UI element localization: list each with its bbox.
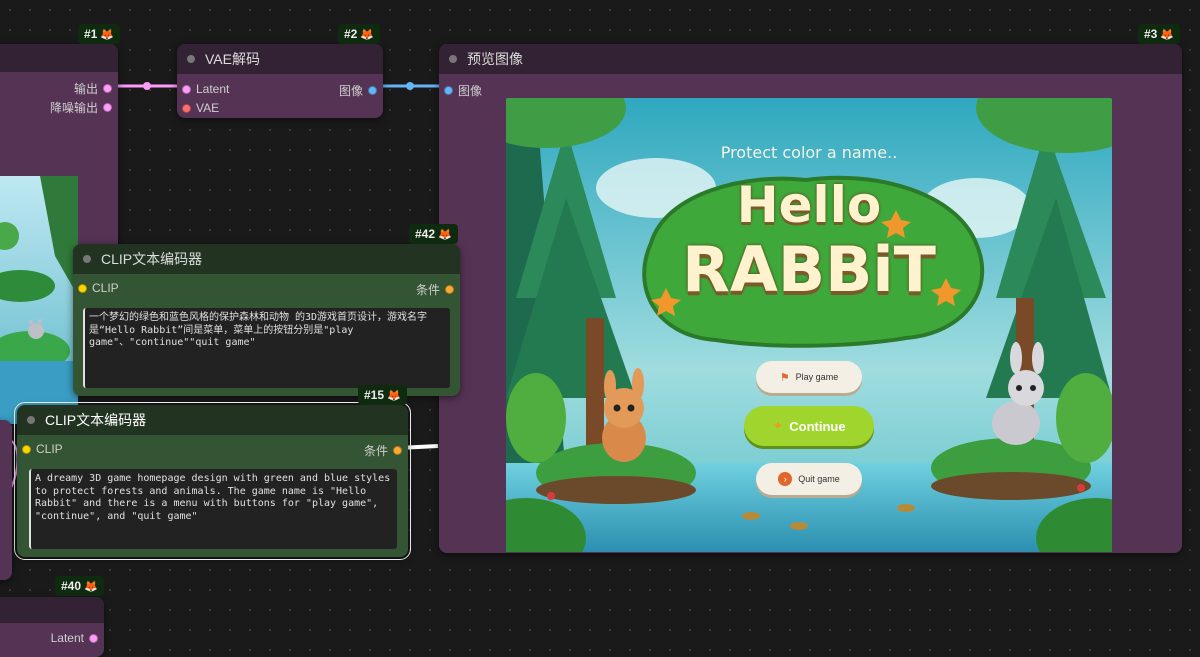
output-label: 输出 [73,82,98,96]
conditioning-output-label: 条件 [363,444,388,458]
conditioning-output-dot[interactable] [445,285,454,294]
clip-input-label: CLIP [36,442,63,456]
output-port-denoised[interactable]: 降噪输出 [50,99,112,116]
collapse-dot-icon[interactable] [83,255,91,263]
preview-image[interactable]: Protect color a name.. Hello RABBiT ⚑ Pl… [506,98,1112,552]
fox-icon: 🦊 [438,229,452,241]
fox-icon: 🦊 [1160,29,1175,41]
latent-input-dot[interactable] [182,84,191,94]
node-40-id: #40 [61,579,82,593]
node-1-id: #1 [84,27,98,41]
node-1-badge: #1 🦊 [78,24,121,44]
input-port-clip[interactable]: CLIP [78,281,119,295]
node-40-empty-latent[interactable]: Latent [0,597,104,657]
node-42-title: CLIP文本编码器 [101,251,203,267]
output-port-image[interactable]: 图像 [339,82,377,99]
continue-label: Continue [789,418,846,434]
node-2-id: #2 [344,27,358,41]
preview-title-hello: Hello [736,176,882,234]
clip-input-label: CLIP [92,281,119,295]
image-output-label: 图像 [338,84,363,98]
fox-icon: 🦊 [387,390,401,402]
play-label: Play game [795,372,839,382]
node-40-header[interactable] [0,597,104,623]
leaf-icon: ✦ [772,418,784,433]
clip-input-dot[interactable] [22,444,31,454]
clip-input-dot[interactable] [78,283,87,293]
collapse-dot-icon[interactable] [187,55,195,63]
prompt-textarea[interactable]: 一个梦幻的绿色和蓝色风格的保护森林和动物 的3D游戏首页设计，游戏名字是“Hel… [83,308,450,388]
flag-icon: ⚑ [779,371,790,384]
link-latent-midpoint [143,82,151,90]
node-15-header[interactable]: CLIP文本编码器 [17,405,408,435]
node-15-title: CLIP文本编码器 [45,412,147,428]
node-1-ksampler[interactable]: 输出 降噪输出 [0,44,118,424]
vae-input-dot[interactable] [182,103,191,113]
latent-input-label: Latent [196,82,230,96]
preview-continue-button[interactable]: ✦ Continue [744,406,874,446]
conditioning-output-label: 条件 [415,283,440,297]
preview-title-rabbit: RABBiT [682,233,936,306]
node-2-title: VAE解码 [205,51,260,67]
node-40-badge: #40 🦊 [55,576,104,596]
input-port-clip[interactable]: CLIP [22,442,63,456]
input-port-vae[interactable]: VAE [182,101,219,115]
node-42-clip-text-encode[interactable]: CLIP文本编码器 CLIP 条件 一个梦幻的绿色和蓝色风格的保护森林和动物 的… [73,244,460,396]
node-42-header[interactable]: CLIP文本编码器 [73,244,460,274]
output-port-conditioning[interactable]: 条件 [364,442,402,459]
image-output-dot[interactable] [368,86,377,95]
preview-quit-button[interactable]: › Quit game [756,463,862,495]
output-dot[interactable] [103,84,112,93]
preview-subtitle: Protect color a name.. [720,143,898,162]
node-1-header[interactable] [0,44,118,72]
node-15-id: #15 [364,388,385,402]
output-port-latent[interactable]: Latent [51,631,98,645]
node-3-header[interactable]: 预览图像 [439,44,1182,74]
latent-output-dot[interactable] [89,633,98,643]
image-input-label: 图像 [458,84,483,98]
arrow-circle-icon: › [778,472,793,486]
conditioning-output-dot[interactable] [393,446,402,455]
node-3-title: 预览图像 [467,51,523,67]
prompt-textarea[interactable]: A dreamy 3D game homepage design with gr… [29,469,397,549]
node-15-clip-text-encode[interactable]: CLIP文本编码器 CLIP 条件 A dreamy 3D game homep… [14,402,411,560]
node-2-header[interactable]: VAE解码 [177,44,383,74]
preview-play-button[interactable]: ⚑ Play game [756,361,862,393]
node-42-id: #42 [415,227,436,241]
quit-label: Quit game [798,474,840,484]
collapse-dot-icon[interactable] [27,416,35,424]
node-3-id: #3 [1144,27,1158,41]
node-2-badge: #2 🦊 [338,24,381,44]
denoised-output-dot[interactable] [103,103,112,112]
input-port-latent[interactable]: Latent [182,82,229,96]
input-port-image[interactable]: 图像 [444,82,482,99]
vae-input-label: VAE [196,101,220,115]
node-2-vae-decode[interactable]: VAE解码 Latent VAE 图像 [177,44,383,118]
fox-icon: 🦊 [360,29,375,41]
node-3-badge: #3 🦊 [1138,24,1181,44]
node-1-image-thumbnail [0,176,78,424]
node-partial-left[interactable] [0,420,12,580]
denoised-output-label: 降噪输出 [49,101,98,115]
fox-icon: 🦊 [84,581,98,593]
latent-output-label: Latent [50,631,84,645]
link-image-midpoint [406,82,414,90]
image-input-dot[interactable] [444,86,453,95]
collapse-dot-icon[interactable] [449,55,457,63]
node-15-badge: #15 🦊 [358,385,407,405]
output-port-output[interactable]: 输出 [74,80,112,97]
fox-icon: 🦊 [100,29,115,41]
output-port-conditioning[interactable]: 条件 [416,281,454,298]
node-42-badge: #42 🦊 [409,224,458,244]
